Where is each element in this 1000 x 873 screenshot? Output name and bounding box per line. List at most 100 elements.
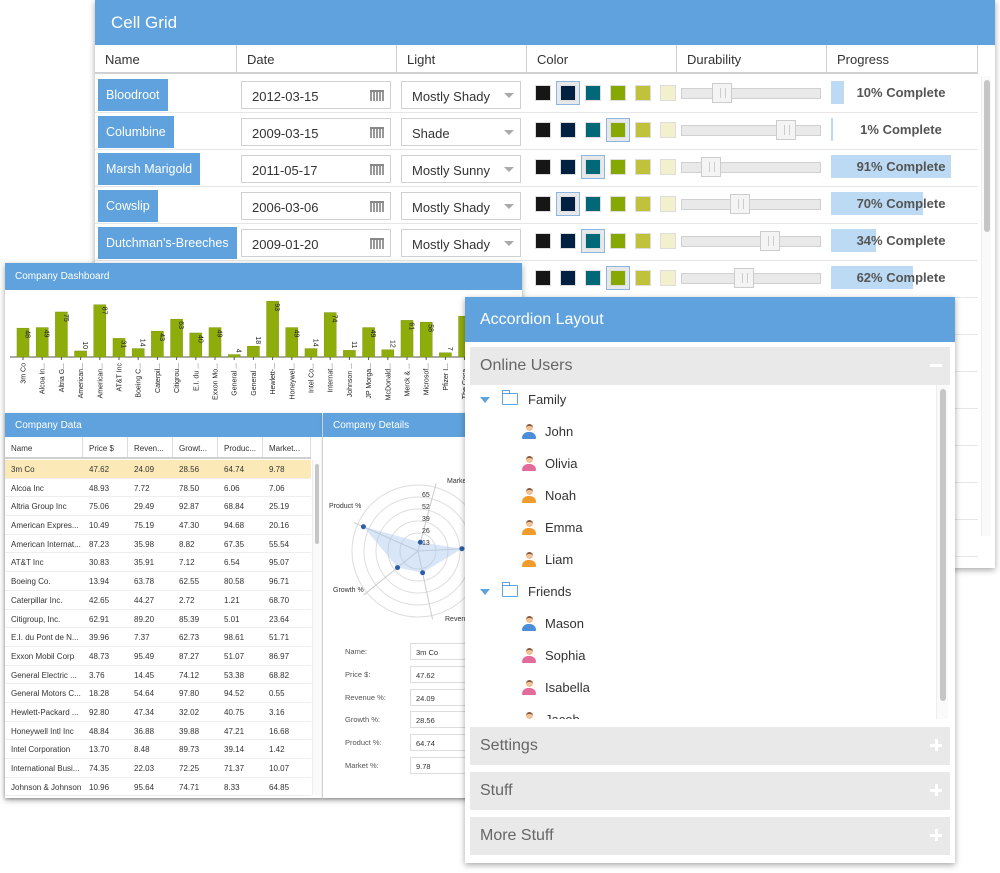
tree-user[interactable]: Emma	[470, 513, 940, 545]
color-swatch[interactable]	[606, 155, 630, 179]
color-swatch[interactable]	[656, 266, 680, 290]
color-swatch[interactable]	[656, 192, 680, 216]
color-swatch[interactable]	[556, 192, 580, 216]
table-row[interactable]: General Electric ... 3.76 14.45 74.12 53.38 6…	[5, 666, 311, 685]
table-row[interactable]: International Busi... 74.35 22.03 72.25 71.3…	[5, 759, 311, 778]
table-row[interactable]: American Internat... 87.23 35.98 8.82 67.35 5…	[5, 535, 311, 554]
color-swatch[interactable]	[656, 81, 680, 105]
table-row[interactable]: Honeywell Intl Inc 48.84 36.88 39.88 47.21 16…	[5, 722, 311, 741]
color-swatch[interactable]	[631, 266, 655, 290]
color-swatch[interactable]	[631, 155, 655, 179]
expand-arrow-icon[interactable]	[480, 589, 490, 595]
light-select[interactable]: Mostly Sunny	[401, 155, 521, 183]
tree-user[interactable]: John	[470, 417, 940, 449]
tree-user[interactable]: Noah	[470, 481, 940, 513]
chevron-down-icon[interactable]	[504, 167, 514, 172]
accordion-panel-settings[interactable]: Settings	[470, 727, 950, 765]
tree-scrollbar[interactable]	[936, 385, 948, 719]
color-swatch[interactable]	[556, 266, 580, 290]
color-swatch[interactable]	[606, 81, 630, 105]
radar-point[interactable]	[459, 546, 465, 552]
calendar-icon[interactable]	[370, 90, 384, 101]
tree-user[interactable]: Mason	[470, 609, 940, 641]
table-row[interactable]: 3m Co 47.62 24.09 28.56 64.74 9.78	[5, 460, 311, 479]
table-row[interactable]: Intel Corporation 13.70 8.48 89.73 39.14 1.42	[5, 740, 311, 759]
color-swatch[interactable]	[531, 192, 555, 216]
column-header[interactable]: Reven...	[128, 437, 173, 457]
column-header-progress[interactable]: Progress	[827, 45, 978, 74]
table-row[interactable]: Boeing Co. 13.94 63.78 62.55 80.58 96.71	[5, 572, 311, 591]
radar-point[interactable]	[360, 524, 366, 530]
color-swatch[interactable]	[656, 118, 680, 142]
color-swatch[interactable]	[581, 81, 605, 105]
table-row[interactable]: Caterpillar Inc. 42.65 44.27 2.72 1.21 68.70	[5, 591, 311, 610]
table-row[interactable]: Hewlett-Packard ... 92.80 47.34 32.02 40.75 3…	[5, 703, 311, 722]
name-cell-button[interactable]: Columbine	[98, 116, 174, 148]
tree-user[interactable]: Jacob	[470, 705, 940, 719]
date-field[interactable]: 2006-03-06	[241, 192, 391, 220]
scrollbar-thumb[interactable]	[984, 80, 990, 232]
tree-folder[interactable]: Friends	[470, 577, 940, 609]
collapse-icon[interactable]	[930, 359, 942, 371]
tree-user[interactable]: Sophia	[470, 641, 940, 673]
name-cell-button[interactable]: Marsh Marigold	[98, 153, 201, 185]
tree-folder[interactable]: Family	[470, 385, 940, 417]
bar[interactable]	[74, 350, 87, 358]
date-field[interactable]: 2012-03-15	[241, 81, 391, 109]
column-header-name[interactable]: Name	[95, 45, 237, 74]
table-row[interactable]: General Motors C... 18.28 54.64 97.80 94.52 0…	[5, 684, 311, 703]
chevron-down-icon[interactable]	[504, 241, 514, 246]
chevron-down-icon[interactable]	[504, 204, 514, 209]
color-swatch[interactable]	[581, 118, 605, 142]
color-swatch[interactable]	[531, 229, 555, 253]
slider-thumb[interactable]	[701, 157, 722, 177]
column-header-date[interactable]: Date	[237, 45, 397, 74]
calendar-icon[interactable]	[370, 164, 384, 175]
name-cell-button[interactable]: Dutchman's-Breeches	[98, 227, 237, 259]
column-header[interactable]: Produc...	[218, 437, 263, 457]
light-select[interactable]: Mostly Shady	[401, 81, 521, 109]
table-row[interactable]: E.I. du Pont de N... 39.96 7.37 62.73 98.61 5…	[5, 628, 311, 647]
durability-slider[interactable]	[681, 157, 821, 177]
slider-thumb[interactable]	[712, 83, 732, 103]
calendar-icon[interactable]	[370, 238, 384, 249]
table-row[interactable]: Johnson & Johnson 10.96 95.64 74.71 8.33 64.8…	[5, 778, 311, 797]
radar-point[interactable]	[395, 565, 401, 571]
color-swatch[interactable]	[531, 118, 555, 142]
date-field[interactable]: 2009-01-20	[241, 229, 391, 257]
bar[interactable]	[131, 348, 145, 358]
radar-point[interactable]	[420, 570, 426, 576]
color-swatch[interactable]	[606, 229, 630, 253]
slider-thumb[interactable]	[733, 268, 754, 288]
name-cell-button[interactable]: Cowslip	[98, 190, 158, 222]
company-data-scrollbar[interactable]	[312, 460, 320, 795]
color-swatch[interactable]	[631, 81, 655, 105]
color-swatch[interactable]	[581, 266, 605, 290]
accordion-panel-more-stuff[interactable]: More Stuff	[470, 817, 950, 855]
light-select[interactable]: Mostly Shady	[401, 192, 521, 220]
color-swatch[interactable]	[556, 81, 580, 105]
name-cell-button[interactable]: Bloodroot	[98, 79, 168, 111]
expand-icon[interactable]	[930, 739, 942, 751]
bar[interactable]	[343, 350, 356, 358]
bar[interactable]	[304, 348, 318, 358]
accordion-panel-online-users[interactable]: Online Users	[470, 347, 950, 385]
color-swatch[interactable]	[656, 229, 680, 253]
column-header[interactable]: Market...	[263, 437, 311, 457]
expand-icon[interactable]	[930, 829, 942, 841]
date-field[interactable]: 2009-03-15	[241, 118, 391, 146]
color-swatch[interactable]	[581, 155, 605, 179]
table-row[interactable]: Exxon Mobil Corp 48.73 95.49 87.27 51.07 86.9…	[5, 647, 311, 666]
color-swatch[interactable]	[581, 192, 605, 216]
table-row[interactable]: Citigroup, Inc. 62.91 89.20 85.39 5.01 23.64	[5, 610, 311, 629]
calendar-icon[interactable]	[370, 127, 384, 138]
table-row[interactable]: Alcoa Inc 48.93 7.72 78.50 6.06 7.06	[5, 479, 311, 498]
scrollbar-thumb[interactable]	[315, 464, 319, 544]
chevron-down-icon[interactable]	[504, 130, 514, 135]
color-swatch[interactable]	[606, 266, 630, 290]
column-header[interactable]: Name	[5, 437, 83, 457]
light-select[interactable]: Shade	[401, 118, 521, 146]
color-swatch[interactable]	[656, 155, 680, 179]
color-swatch[interactable]	[556, 155, 580, 179]
tree-user[interactable]: Liam	[470, 545, 940, 577]
